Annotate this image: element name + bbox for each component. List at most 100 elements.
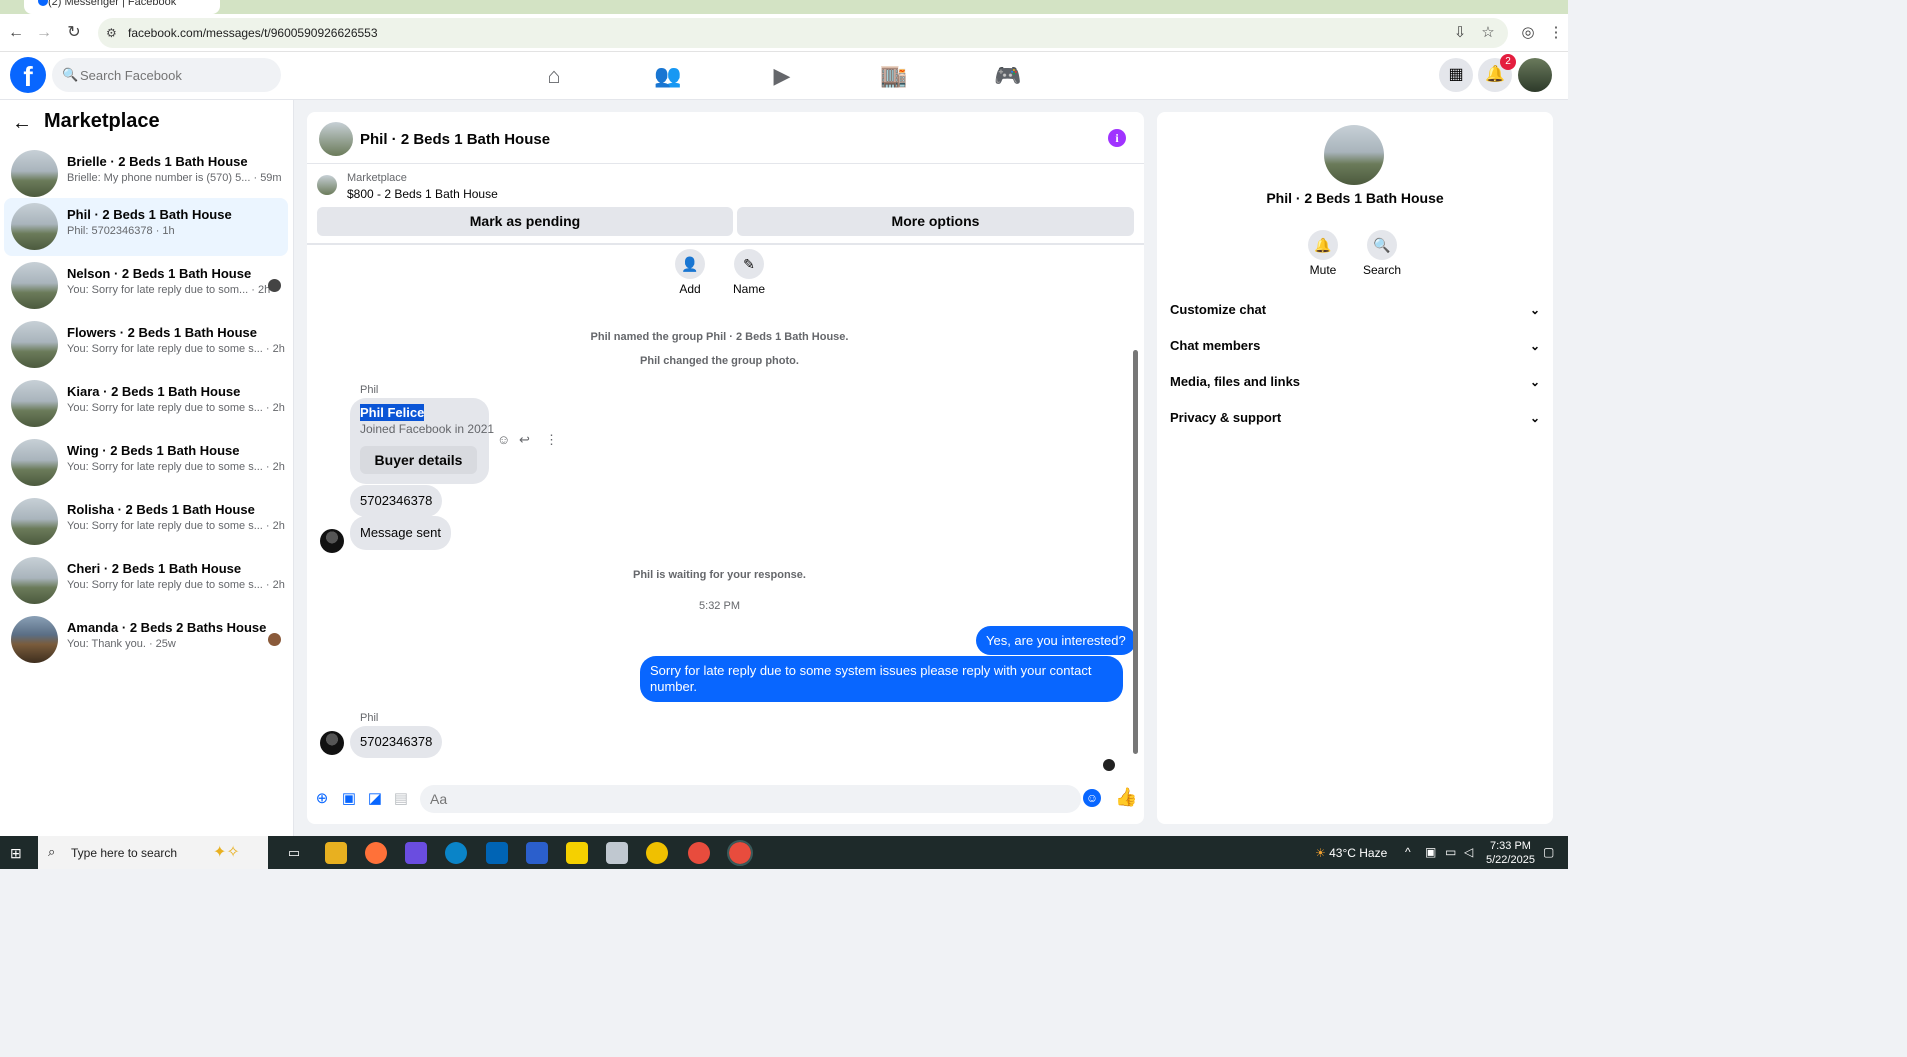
taskbar-clock[interactable]: 7:33 PM 5/22/2025: [1486, 839, 1535, 867]
menu-grid-icon[interactable]: ▦: [1439, 58, 1473, 92]
search-in-chat-icon[interactable]: 🔍: [1367, 230, 1397, 260]
chat-item-cheri[interactable]: Cheri · 2 Beds 1 Bath House You: Sorry f…: [4, 552, 288, 610]
app-icon[interactable]: [405, 842, 427, 864]
edit-name-icon[interactable]: ✎: [734, 249, 764, 279]
chat-item-nelson[interactable]: Nelson · 2 Beds 1 Bath House You: Sorry …: [4, 257, 288, 315]
chevron-down-icon: ⌄: [1529, 303, 1540, 317]
forward-icon[interactable]: →: [34, 23, 54, 43]
account-avatar[interactable]: [1518, 58, 1552, 92]
media-files-links-row[interactable]: Media, files and links ⌄: [1170, 368, 1540, 396]
timestamp: 5:32 PM: [699, 600, 740, 612]
chat-item-kiara[interactable]: Kiara · 2 Beds 1 Bath House You: Sorry f…: [4, 375, 288, 433]
conversation-scrollbar[interactable]: [1132, 248, 1138, 768]
chat-name: Kiara · 2 Beds 1 Bath House: [67, 384, 241, 399]
facebook-logo-icon[interactable]: f: [10, 57, 46, 93]
clock-date: 5/22/2025: [1486, 854, 1535, 866]
network-icon[interactable]: ▭: [1445, 845, 1456, 859]
privacy-support-row[interactable]: Privacy & support ⌄: [1170, 404, 1540, 432]
home-nav-icon[interactable]: ⌂: [498, 60, 610, 92]
tray-app-icon[interactable]: ▣: [1425, 845, 1436, 859]
mute-bell-icon[interactable]: 🔔: [1308, 230, 1338, 260]
avatar[interactable]: [1324, 125, 1384, 185]
install-app-icon[interactable]: ⇩: [1450, 23, 1470, 43]
sender-avatar[interactable]: [320, 731, 344, 755]
notifications-button[interactable]: 🔔 2: [1478, 54, 1516, 92]
chrome-icon[interactable]: [727, 840, 753, 866]
message-input[interactable]: [420, 785, 1081, 813]
profile-icon[interactable]: ◎: [1518, 23, 1538, 43]
windows-start-icon[interactable]: ⊞: [10, 845, 22, 862]
emoji-icon[interactable]: ☺: [1083, 789, 1101, 807]
gaming-nav-icon[interactable]: 🎮: [952, 60, 1064, 92]
plus-icon[interactable]: ⊕: [313, 790, 331, 808]
read-receipt-avatar: [268, 633, 281, 646]
back-icon[interactable]: ←: [6, 23, 26, 43]
task-view-icon[interactable]: ▭: [283, 842, 305, 864]
browser-tab[interactable]: (2) Messenger | Facebook ✕: [24, 0, 220, 14]
url-field[interactable]: ⚙ facebook.com/messages/t/96005909266265…: [98, 18, 1508, 48]
firefox-icon[interactable]: [365, 842, 387, 864]
chat-item-brielle[interactable]: Brielle · 2 Beds 1 Bath House Brielle: M…: [4, 145, 288, 203]
avatar: [11, 203, 58, 250]
chat-item-flowers[interactable]: Flowers · 2 Beds 1 Bath House You: Sorry…: [4, 316, 288, 374]
gif-icon[interactable]: ▤: [392, 790, 410, 808]
outlook-icon[interactable]: [486, 842, 508, 864]
weather-widget[interactable]: ☀ 43°C Haze: [1315, 846, 1387, 860]
file-explorer-icon[interactable]: [325, 842, 347, 864]
chat-item-wing[interactable]: Wing · 2 Beds 1 Bath House You: Sorry fo…: [4, 434, 288, 492]
photo-icon[interactable]: ▣: [340, 790, 358, 808]
buyer-details-button[interactable]: Buyer details: [360, 446, 477, 474]
reload-icon[interactable]: ↻: [64, 23, 84, 43]
tray-expand-icon[interactable]: ^: [1405, 845, 1411, 859]
app-icon[interactable]: [646, 842, 668, 864]
site-info-icon[interactable]: ⚙: [106, 26, 117, 40]
url-text: facebook.com/messages/t/9600590926626553: [128, 26, 378, 40]
mark-as-pending-button[interactable]: Mark as pending: [317, 207, 733, 236]
chat-members-row[interactable]: Chat members ⌄: [1170, 332, 1540, 360]
buyer-name[interactable]: Phil Felice: [360, 404, 425, 421]
chat-item-rolisha[interactable]: Rolisha · 2 Beds 1 Bath House You: Sorry…: [4, 493, 288, 551]
chat-item-amanda[interactable]: Amanda · 2 Beds 2 Baths House You: Thank…: [4, 611, 288, 669]
add-person-icon[interactable]: 👤: [675, 249, 705, 279]
chat-item-phil[interactable]: Phil · 2 Beds 1 Bath House Phil: 5702346…: [4, 198, 288, 256]
like-thumbs-up-icon[interactable]: 👍: [1115, 787, 1137, 808]
app-icon[interactable]: [606, 842, 628, 864]
browser-menu-icon[interactable]: ⋮: [1546, 23, 1566, 43]
sticky-notes-icon[interactable]: [566, 842, 588, 864]
bookmark-star-icon[interactable]: ☆: [1478, 23, 1498, 43]
taskbar-search-box[interactable]: ⌕ Type here to search ✦✧: [38, 836, 268, 869]
store-icon[interactable]: [526, 842, 548, 864]
listing-thumbnail[interactable]: [317, 175, 337, 195]
incoming-message[interactable]: 5702346378: [350, 726, 443, 758]
more-options-button[interactable]: More options: [737, 207, 1134, 236]
incoming-message[interactable]: Message sent: [350, 516, 451, 550]
incoming-message[interactable]: 5702346378: [350, 485, 443, 517]
avatar[interactable]: [319, 122, 353, 156]
customize-chat-row[interactable]: Customize chat ⌄: [1170, 296, 1540, 324]
chrome-icon[interactable]: [688, 842, 710, 864]
back-arrow-icon[interactable]: ←: [12, 112, 32, 135]
marketplace-nav-icon[interactable]: 🏬: [838, 60, 950, 92]
edge-icon[interactable]: [445, 842, 467, 864]
volume-icon[interactable]: ◁: [1464, 845, 1473, 859]
sticker-icon[interactable]: ◪: [366, 790, 384, 808]
outgoing-message[interactable]: Yes, are you interested?: [976, 626, 1136, 655]
friends-nav-icon[interactable]: 👥: [612, 60, 724, 92]
name-label: Name: [732, 282, 765, 296]
messenger-favicon-icon: [38, 0, 48, 6]
copilot-sparkle-icon[interactable]: ✦✧: [213, 842, 240, 862]
seen-avatar: [1103, 759, 1115, 771]
outgoing-message[interactable]: Sorry for late reply due to some system …: [640, 656, 1123, 702]
reply-icon[interactable]: ↩: [519, 432, 530, 448]
conversation-title[interactable]: Phil · 2 Beds 1 Bath House: [360, 131, 550, 148]
notification-center-icon[interactable]: ▢: [1543, 845, 1554, 859]
more-actions-icon[interactable]: ⋮: [545, 432, 558, 448]
listing-title[interactable]: $800 - 2 Beds 1 Bath House: [347, 187, 498, 201]
facebook-search-input[interactable]: [52, 58, 281, 92]
react-emoji-icon[interactable]: ☺: [497, 432, 510, 447]
bell-icon: 🔔: [1485, 66, 1505, 83]
info-icon[interactable]: i: [1108, 129, 1126, 147]
scrollbar-thumb[interactable]: [1133, 350, 1138, 754]
sender-avatar[interactable]: [320, 529, 344, 553]
video-nav-icon[interactable]: ▶: [726, 60, 838, 92]
